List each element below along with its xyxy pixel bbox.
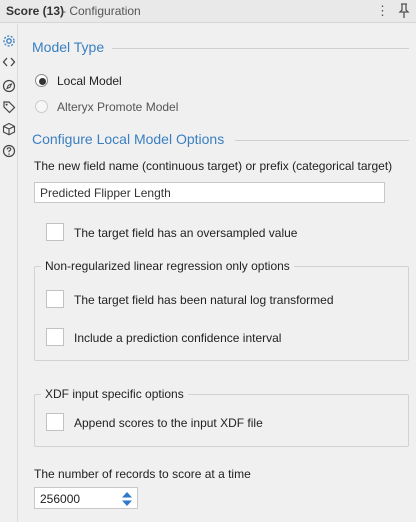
records-label: The number of records to score at a time [34,467,251,481]
stepper-down-icon[interactable] [119,499,135,508]
field-name-input[interactable] [34,182,385,203]
oversampled-label[interactable]: The target field has an oversampled valu… [74,226,297,240]
window-title: Score (13) [6,4,65,18]
natural-log-checkbox[interactable] [46,290,64,308]
pin-icon[interactable] [397,3,411,19]
local-model-radio[interactable] [35,74,48,87]
gear-icon[interactable] [2,34,16,48]
alteryx-promote-model-radio[interactable] [35,100,48,113]
stepper-up-icon[interactable] [119,490,135,499]
field-name-label: The new field name (continuous target) o… [34,159,393,173]
local-options-heading: Configure Local Model Options [32,131,225,147]
cube-icon[interactable] [2,122,16,136]
xdf-group-title: XDF input specific options [41,387,188,401]
oversampled-checkbox[interactable] [46,223,64,241]
help-icon[interactable] [2,144,16,158]
window-subtitle: - Configuration [62,4,141,18]
append-xdf-checkbox[interactable] [46,413,64,431]
records-stepper[interactable]: 256000 [34,487,138,509]
confidence-interval-label[interactable]: Include a prediction confidence interval [74,331,281,345]
configuration-panel: Model Type Local Model Alteryx Promote M… [19,24,416,522]
model-type-heading: Model Type [32,39,105,55]
more-options-icon[interactable]: ⋮ [376,2,389,20]
records-value[interactable]: 256000 [40,492,80,506]
model-type-divider [112,48,409,49]
alteryx-promote-model-label[interactable]: Alteryx Promote Model [57,100,178,114]
local-model-label[interactable]: Local Model [57,74,122,88]
confidence-interval-checkbox[interactable] [46,328,64,346]
linreg-group-title: Non-regularized linear regression only o… [41,259,294,273]
append-xdf-label[interactable]: Append scores to the input XDF file [74,416,263,430]
code-icon[interactable] [2,55,16,69]
title-bar: Score (13) - Configuration ⋮ [0,0,416,23]
local-options-divider [235,140,409,141]
sidebar [0,24,18,522]
natural-log-label[interactable]: The target field has been natural log tr… [74,293,334,307]
compass-icon[interactable] [2,79,16,93]
tag-icon[interactable] [2,100,16,114]
linreg-options-group [34,266,409,361]
